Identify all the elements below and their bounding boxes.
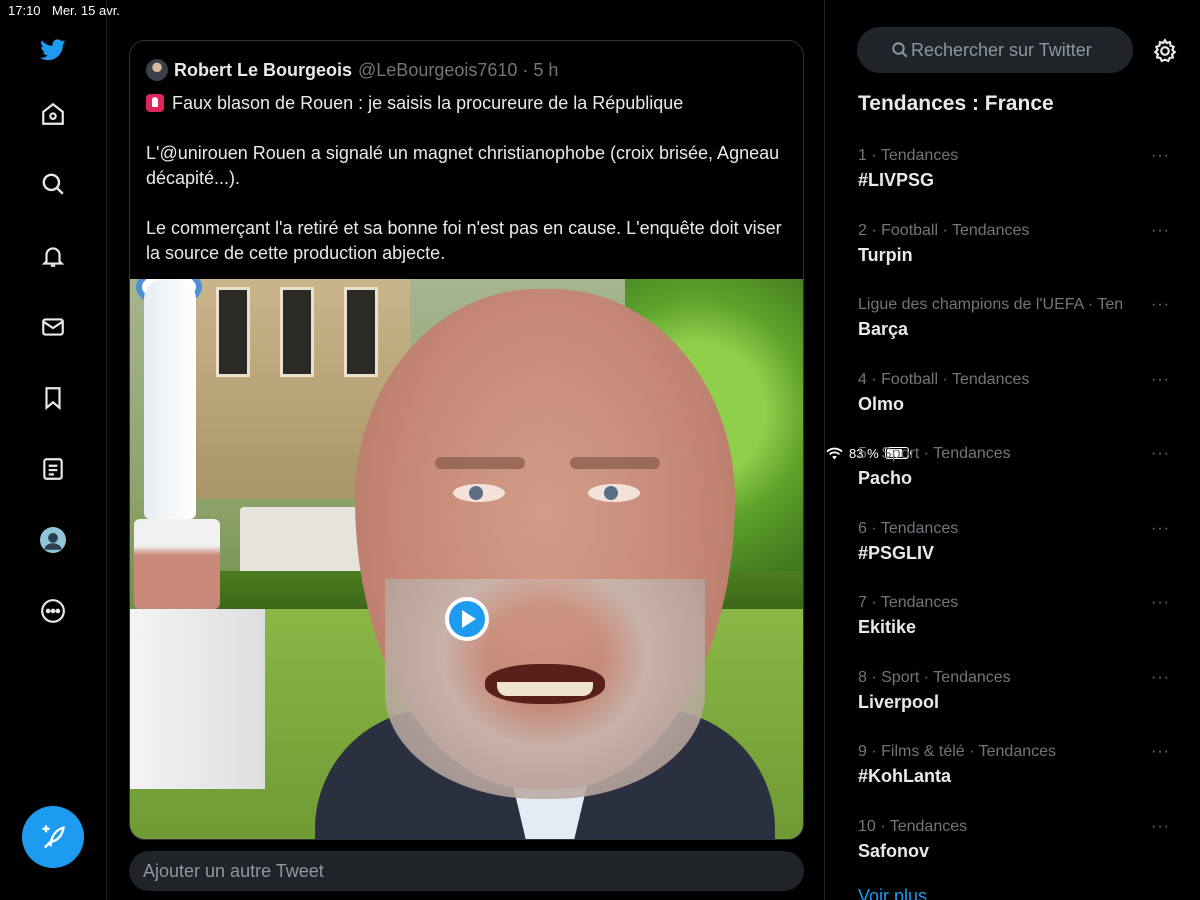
trend-name: Ekitike bbox=[858, 617, 917, 637]
trend-meta: 6 · Tendances bbox=[858, 520, 959, 537]
trend-meta: 9 · Films & télé · Tendances bbox=[858, 743, 1057, 760]
trend-item[interactable]: 6 · Tendances #PSGLIV ··· bbox=[858, 520, 1170, 564]
trend-item[interactable]: 1 · Tendances #LIVPSG ··· bbox=[858, 147, 1170, 191]
more-options-icon[interactable]: ··· bbox=[1151, 743, 1170, 761]
tweet-card[interactable]: Robert Le Bourgeois @LeBourgeois7610 · 5… bbox=[129, 40, 804, 840]
search-input[interactable]: Rechercher sur Twitter bbox=[857, 27, 1133, 73]
trend-item[interactable]: Ligue des champions de l'UEFA · Ten Barça… bbox=[858, 296, 1170, 340]
search-icon bbox=[892, 42, 908, 58]
trend-meta: 2 · Football · Tendances bbox=[858, 222, 1030, 239]
more-options-icon[interactable]: ··· bbox=[1151, 371, 1170, 389]
search-icon[interactable] bbox=[37, 168, 69, 200]
search-placeholder: Rechercher sur Twitter bbox=[911, 39, 1092, 60]
tweet-text: Faux blason de Rouen : je saisis la proc… bbox=[146, 91, 786, 291]
trend-name: Olmo bbox=[858, 394, 905, 414]
more-options-icon[interactable]: ··· bbox=[1151, 296, 1170, 314]
more-options-icon[interactable]: ··· bbox=[1151, 818, 1170, 836]
trend-name: #LIVPSG bbox=[858, 170, 935, 190]
home-icon[interactable] bbox=[37, 98, 69, 130]
video-sculpture bbox=[130, 279, 265, 799]
trend-name: Pacho bbox=[858, 468, 913, 488]
mail-icon[interactable] bbox=[37, 311, 69, 343]
trends-sidebar: Rechercher sur Twitter Tendances : Franc… bbox=[826, 0, 1200, 900]
compose-tweet-button[interactable] bbox=[22, 806, 84, 868]
gear-icon[interactable] bbox=[1152, 38, 1178, 64]
trend-meta: 5 · Sport · Tendances bbox=[858, 445, 1011, 462]
trend-name: #PSGLIV bbox=[858, 543, 935, 563]
trend-name: Safonov bbox=[858, 841, 930, 861]
trend-item[interactable]: 2 · Football · Tendances Turpin ··· bbox=[858, 222, 1170, 266]
trend-meta: 8 · Sport · Tendances bbox=[858, 669, 1011, 686]
more-options-icon[interactable]: ··· bbox=[1151, 594, 1170, 612]
trends-title: Tendances : France bbox=[858, 92, 1054, 115]
left-navigation bbox=[0, 0, 107, 900]
see-more-link[interactable]: Voir plus bbox=[858, 886, 927, 900]
author-name[interactable]: Robert Le Bourgeois bbox=[174, 60, 352, 81]
more-options-icon[interactable]: ··· bbox=[1151, 147, 1170, 165]
trend-item[interactable]: 7 · Tendances Ekitike ··· bbox=[858, 594, 1170, 638]
more-options-icon[interactable]: ··· bbox=[1151, 222, 1170, 240]
twitter-logo-icon[interactable] bbox=[37, 34, 69, 66]
video-person bbox=[315, 279, 775, 839]
trend-meta: 4 · Football · Tendances bbox=[858, 371, 1030, 388]
trend-meta: Ligue des champions de l'UEFA · Ten bbox=[858, 296, 1124, 313]
more-options-icon[interactable]: ··· bbox=[1151, 445, 1170, 463]
trend-item[interactable]: 8 · Sport · Tendances Liverpool ··· bbox=[858, 669, 1170, 713]
trend-item[interactable]: 5 · Sport · Tendances Pacho ··· bbox=[858, 445, 1170, 489]
profile-avatar[interactable] bbox=[37, 524, 69, 556]
compose-tweet-icon bbox=[42, 825, 65, 849]
author-avatar[interactable] bbox=[146, 59, 168, 81]
trend-item[interactable]: 10 · Tendances Safonov ··· bbox=[858, 818, 1170, 862]
add-tweet-input[interactable]: Ajouter un autre Tweet bbox=[129, 851, 804, 891]
tweet-line-2: L'@unirouen Rouen a signalé un magnet ch… bbox=[146, 143, 780, 188]
more-options-icon[interactable]: ··· bbox=[1151, 520, 1170, 538]
bookmark-icon[interactable] bbox=[37, 382, 69, 414]
trend-meta: 1 · Tendances bbox=[858, 147, 959, 164]
trend-item[interactable]: 4 · Football · Tendances Olmo ··· bbox=[858, 371, 1170, 415]
tweet-video[interactable] bbox=[130, 279, 803, 839]
tweet-line-3: Le commerçant l'a retiré et sa bonne foi… bbox=[146, 218, 782, 263]
trend-name: Liverpool bbox=[858, 692, 940, 712]
lists-icon[interactable] bbox=[37, 453, 69, 485]
bell-icon[interactable] bbox=[37, 240, 69, 272]
trend-name: Barça bbox=[858, 319, 909, 339]
more-options-icon[interactable]: ··· bbox=[1151, 669, 1170, 687]
more-icon[interactable] bbox=[37, 595, 69, 627]
siren-emoji-icon bbox=[146, 94, 164, 112]
tweet-line-1: Faux blason de Rouen : je saisis la proc… bbox=[172, 93, 684, 113]
trend-name: Turpin bbox=[858, 245, 913, 265]
trend-meta: 10 · Tendances bbox=[858, 818, 968, 835]
timeline-column: Robert Le Bourgeois @LeBourgeois7610 · 5… bbox=[107, 0, 825, 900]
author-handle-time: @LeBourgeois7610 · 5 h bbox=[358, 59, 559, 80]
trend-name: #KohLanta bbox=[858, 766, 952, 786]
trend-item[interactable]: 9 · Films & télé · Tendances #KohLanta ··· bbox=[858, 743, 1170, 787]
tweet-header: Robert Le Bourgeois @LeBourgeois7610 · 5… bbox=[146, 59, 558, 81]
play-icon[interactable] bbox=[445, 597, 489, 641]
trend-meta: 7 · Tendances bbox=[858, 594, 959, 611]
